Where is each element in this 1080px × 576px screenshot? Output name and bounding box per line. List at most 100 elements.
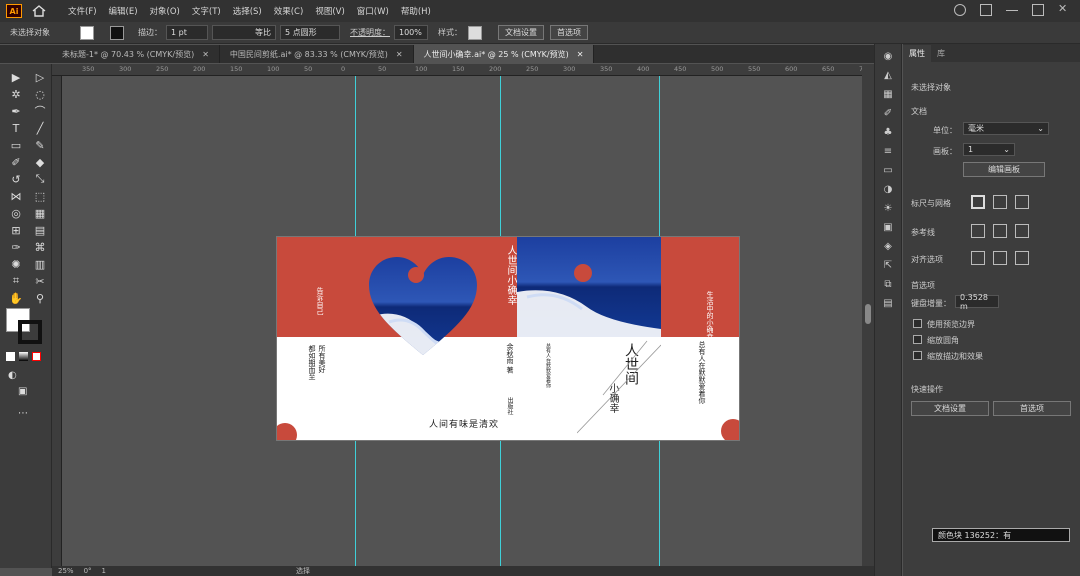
artboard-tool-icon[interactable]: ⌗ (8, 274, 24, 288)
search-icon[interactable] (954, 4, 966, 16)
gradient-icon[interactable]: ▤ (32, 223, 48, 237)
stroke-swatch[interactable] (110, 25, 124, 40)
opacity-label[interactable]: 不透明度： (350, 27, 390, 38)
screen-mode-icon[interactable]: ▣ (18, 386, 27, 397)
edit-artboards-button[interactable]: 编辑画板 (963, 162, 1045, 177)
gradient-panel-icon[interactable]: ▭ (881, 165, 895, 177)
selection-tool-icon[interactable]: ▶ (8, 70, 24, 84)
tab-doc-3[interactable]: 人世间小确幸.ai* @ 25 % (CMYK/预览) ✕ (413, 45, 595, 63)
menu-select[interactable]: 选择(S) (233, 5, 262, 17)
perspective-icon[interactable]: ▦ (32, 206, 48, 220)
eraser-icon[interactable]: ◆ (32, 155, 48, 169)
workspace-icon[interactable] (980, 4, 992, 16)
tab-doc-1[interactable]: 未标题-1* @ 70.43 % (CMYK/预览) ✕ (52, 45, 220, 63)
menu-type[interactable]: 文字(T) (192, 5, 221, 17)
vertical-scrollbar[interactable] (862, 64, 874, 568)
scale-icon[interactable]: ⤡ (32, 172, 48, 186)
curvature-icon[interactable]: ⌒ (32, 104, 48, 118)
opacity-field[interactable]: 100% (394, 25, 428, 40)
checkbox-scale-strokes[interactable] (913, 351, 922, 360)
draw-mode-icon[interactable]: ◐ (8, 370, 17, 381)
rectangle-tool-icon[interactable]: ▭ (8, 138, 24, 152)
book-cover-artboard[interactable]: 告诉自己 所有美好 都如期而至 人间有味是清欢 人世间小确幸 余秋雨 著 出版社… (276, 236, 740, 441)
more-tools-icon[interactable]: ⋯ (18, 408, 28, 419)
scroll-thumb[interactable] (865, 304, 871, 324)
tab-doc-2[interactable]: 中国民间剪纸.ai* @ 83.33 % (CMYK/预览) ✕ (220, 45, 414, 63)
comments-icon[interactable]: ▤ (881, 298, 895, 310)
snap-point-icon[interactable] (971, 251, 985, 265)
checkbox-preview-bounds[interactable] (913, 319, 922, 328)
stroke-weight-field[interactable]: 1 pt (166, 25, 208, 40)
stroke-profile-select[interactable]: 等比 (212, 25, 276, 40)
free-transform-icon[interactable]: ⬚ (32, 189, 48, 203)
none-mode-icon[interactable] (32, 352, 41, 361)
minimize-icon[interactable] (1006, 4, 1018, 11)
symbol-sprayer-icon[interactable]: ✺ (8, 257, 24, 271)
snap-pixel-icon[interactable] (1015, 251, 1029, 265)
keyboard-increment-field[interactable]: 0.3528 m (955, 293, 999, 311)
slice-tool-icon[interactable]: ✂ (32, 274, 48, 288)
swatches-icon[interactable]: ▦ (881, 89, 895, 101)
doc-setup-panel-button[interactable]: 文档设置 (911, 401, 989, 416)
gradient-mode-icon[interactable] (19, 352, 28, 361)
close-icon[interactable]: ✕ (396, 50, 403, 59)
close-icon[interactable]: ✕ (577, 50, 584, 59)
show-guides-icon[interactable] (971, 224, 985, 238)
direct-selection-icon[interactable]: ▷ (32, 70, 48, 84)
canvas[interactable]: 告诉自己 所有美好 都如期而至 人间有味是清欢 人世间小确幸 余秋雨 著 出版社… (62, 76, 862, 566)
appearance-icon[interactable]: ☀ (881, 203, 895, 215)
export-icon[interactable]: ⇱ (881, 260, 895, 272)
color-panel-icon[interactable]: ◉ (881, 51, 895, 63)
stroke-color-box[interactable] (18, 320, 42, 344)
stroke-panel-icon[interactable]: ≡ (881, 146, 895, 158)
zoom-level[interactable]: 25% (58, 567, 74, 575)
artboard-select[interactable]: 1 ⌄ (963, 143, 1015, 156)
transparency-icon[interactable]: ◑ (881, 184, 895, 196)
tab-properties[interactable]: 属性 (903, 45, 931, 62)
menu-help[interactable]: 帮助(H) (401, 5, 431, 17)
symbols-icon[interactable]: ♣ (881, 127, 895, 139)
rotation-angle[interactable]: 0° (84, 567, 92, 575)
restore-icon[interactable] (1032, 4, 1044, 16)
color-guide-icon[interactable]: ◭ (881, 70, 895, 82)
color-mode-icon[interactable] (6, 352, 15, 361)
rotate-icon[interactable]: ↺ (8, 172, 24, 186)
mesh-icon[interactable]: ⊞ (8, 223, 24, 237)
doc-setup-button[interactable]: 文档设置 (498, 25, 544, 40)
ruler-toggle-icon[interactable] (971, 195, 985, 209)
blend-icon[interactable]: ⌘ (32, 240, 48, 254)
menu-window[interactable]: 窗口(W) (357, 5, 389, 17)
brush-select[interactable]: 5 点圆形 (280, 25, 340, 40)
magic-wand-icon[interactable]: ✲ (8, 87, 24, 101)
shape-builder-icon[interactable]: ◎ (8, 206, 24, 220)
units-select[interactable]: 毫米 ⌄ (963, 122, 1049, 135)
menu-object[interactable]: 对象(O) (150, 5, 180, 17)
brushes-icon[interactable]: ✐ (881, 108, 895, 120)
layers-icon[interactable]: ◈ (881, 241, 895, 253)
hand-tool-icon[interactable]: ✋ (8, 291, 24, 305)
artboard-number[interactable]: 1 (102, 567, 106, 575)
eyedropper-icon[interactable]: ✑ (8, 240, 24, 254)
lock-guides-icon[interactable] (993, 224, 1007, 238)
smart-guides-icon[interactable] (1015, 224, 1029, 238)
artboards-icon[interactable]: ⧉ (881, 279, 895, 291)
paintbrush-icon[interactable]: ✎ (32, 138, 48, 152)
checkbox-scale-corners[interactable] (913, 335, 922, 344)
style-swatch[interactable] (468, 25, 482, 40)
menu-view[interactable]: 视图(V) (315, 5, 344, 17)
type-tool-icon[interactable]: T (8, 121, 24, 135)
home-icon[interactable] (32, 5, 46, 17)
graphic-styles-icon[interactable]: ▣ (881, 222, 895, 234)
close-icon[interactable]: ✕ (1058, 3, 1070, 16)
menu-file[interactable]: 文件(F) (68, 5, 97, 17)
graph-tool-icon[interactable]: ▥ (32, 257, 48, 271)
menu-effect[interactable]: 效果(C) (274, 5, 304, 17)
transparency-grid-icon[interactable] (1015, 195, 1029, 209)
grid-toggle-icon[interactable] (993, 195, 1007, 209)
fill-swatch[interactable] (80, 25, 94, 40)
line-tool-icon[interactable]: ╱ (32, 121, 48, 135)
zoom-tool-icon[interactable]: ⚲ (32, 291, 48, 305)
menu-edit[interactable]: 编辑(E) (109, 5, 138, 17)
preferences-button[interactable]: 首选项 (550, 25, 588, 40)
width-tool-icon[interactable]: ⋈ (8, 189, 24, 203)
